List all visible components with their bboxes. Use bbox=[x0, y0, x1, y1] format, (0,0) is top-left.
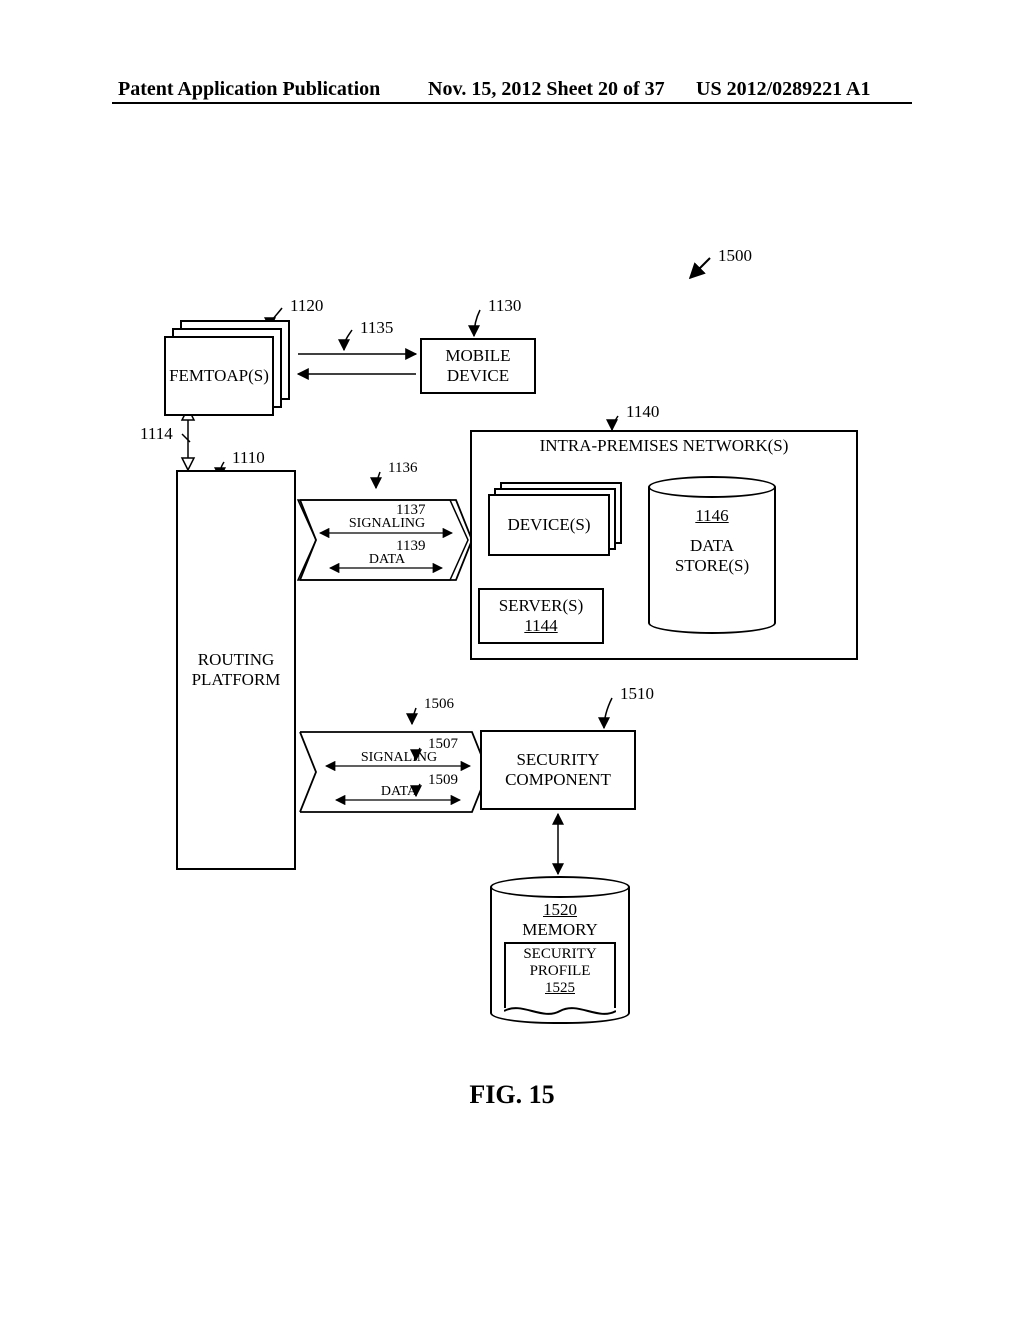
femto-stack-front: FEMTO AP(S) bbox=[164, 336, 274, 416]
wavy-bottom-icon bbox=[504, 1004, 616, 1016]
ref-1110: 1110 bbox=[232, 448, 265, 468]
ref-1114: 1114 bbox=[140, 424, 173, 444]
routing-label-1: ROUTING bbox=[198, 650, 275, 670]
bus2-data-label: DATA bbox=[336, 784, 462, 800]
devices-stack: DEVICE(S) bbox=[488, 482, 628, 562]
ref-1500: 1500 bbox=[718, 246, 752, 266]
bus1-signaling-label: SIGNALING bbox=[324, 516, 450, 532]
bus2-signaling-label: SIGNALING bbox=[336, 750, 462, 766]
devices-label: DEVICE(S) bbox=[507, 515, 590, 535]
sec-profile-l2: PROFILE bbox=[530, 963, 591, 979]
data-stores-label: 1146 DATA STORE(S) bbox=[648, 506, 776, 576]
ref-1506: 1506 bbox=[424, 696, 454, 713]
bus1-data-label: DATA bbox=[324, 552, 450, 568]
servers-ref: 1144 bbox=[524, 616, 557, 636]
femto-ap-stack: FEMTO AP(S) bbox=[164, 320, 312, 410]
header-rule bbox=[112, 102, 912, 104]
femto-label-1: FEMTO bbox=[169, 366, 226, 386]
mobile-label-2: DEVICE bbox=[447, 366, 509, 386]
sec-profile-ref: 1525 bbox=[545, 980, 575, 996]
routing-label-2: PLATFORM bbox=[192, 670, 281, 690]
page: Patent Application Publication Nov. 15, … bbox=[0, 0, 1024, 1320]
servers-box: SERVER(S) 1144 bbox=[478, 588, 604, 644]
ref-1130: 1130 bbox=[488, 296, 521, 316]
mobile-label-1: MOBILE bbox=[445, 346, 510, 366]
ref-1510: 1510 bbox=[620, 684, 654, 704]
data-stores-ref: 1146 bbox=[648, 506, 776, 526]
security-profile-box: SECURITY PROFILE 1525 bbox=[504, 942, 616, 1008]
memory-label: 1520 MEMORY bbox=[490, 900, 630, 940]
cylinder-bottom bbox=[648, 612, 776, 634]
femto-label-2: AP(S) bbox=[226, 366, 269, 386]
security-component-box: SECURITY COMPONENT bbox=[480, 730, 636, 810]
memory-ref: 1520 bbox=[490, 900, 630, 920]
ds-l1: DATA bbox=[690, 536, 734, 555]
data-stores-cylinder: 1146 DATA STORE(S) bbox=[648, 476, 776, 634]
ipnet-title: INTRA-PREMISES NETWORK(S) bbox=[472, 436, 856, 456]
mobile-device-box: MOBILE DEVICE bbox=[420, 338, 536, 394]
cylinder-top bbox=[648, 476, 776, 498]
header-left: Patent Application Publication bbox=[118, 78, 380, 101]
routing-platform-box: ROUTING PLATFORM bbox=[176, 470, 296, 870]
diagram: 1500 1120 1135 1130 1140 1142 1114 1110 … bbox=[120, 240, 900, 1060]
header-right: US 2012/0289221 A1 bbox=[696, 78, 870, 101]
seccomp-label-2: COMPONENT bbox=[505, 770, 611, 790]
servers-label: SERVER(S) bbox=[499, 596, 584, 616]
ref-1135: 1135 bbox=[360, 318, 393, 338]
memory-cylinder: 1520 MEMORY SECURITY PROFILE 1525 bbox=[490, 876, 630, 1024]
ref-1140: 1140 bbox=[626, 402, 659, 422]
header-mid: Nov. 15, 2012 Sheet 20 of 37 bbox=[428, 78, 665, 101]
devices-stack-front: DEVICE(S) bbox=[488, 494, 610, 556]
ref-1136: 1136 bbox=[388, 460, 417, 477]
seccomp-label-1: SECURITY bbox=[516, 750, 599, 770]
cylinder-top bbox=[490, 876, 630, 898]
figure-caption: FIG. 15 bbox=[0, 1080, 1024, 1110]
ref-1120: 1120 bbox=[290, 296, 323, 316]
sec-profile-l1: SECURITY bbox=[523, 946, 596, 962]
ds-l2: STORE(S) bbox=[675, 556, 749, 575]
memory-text: MEMORY bbox=[522, 920, 598, 939]
